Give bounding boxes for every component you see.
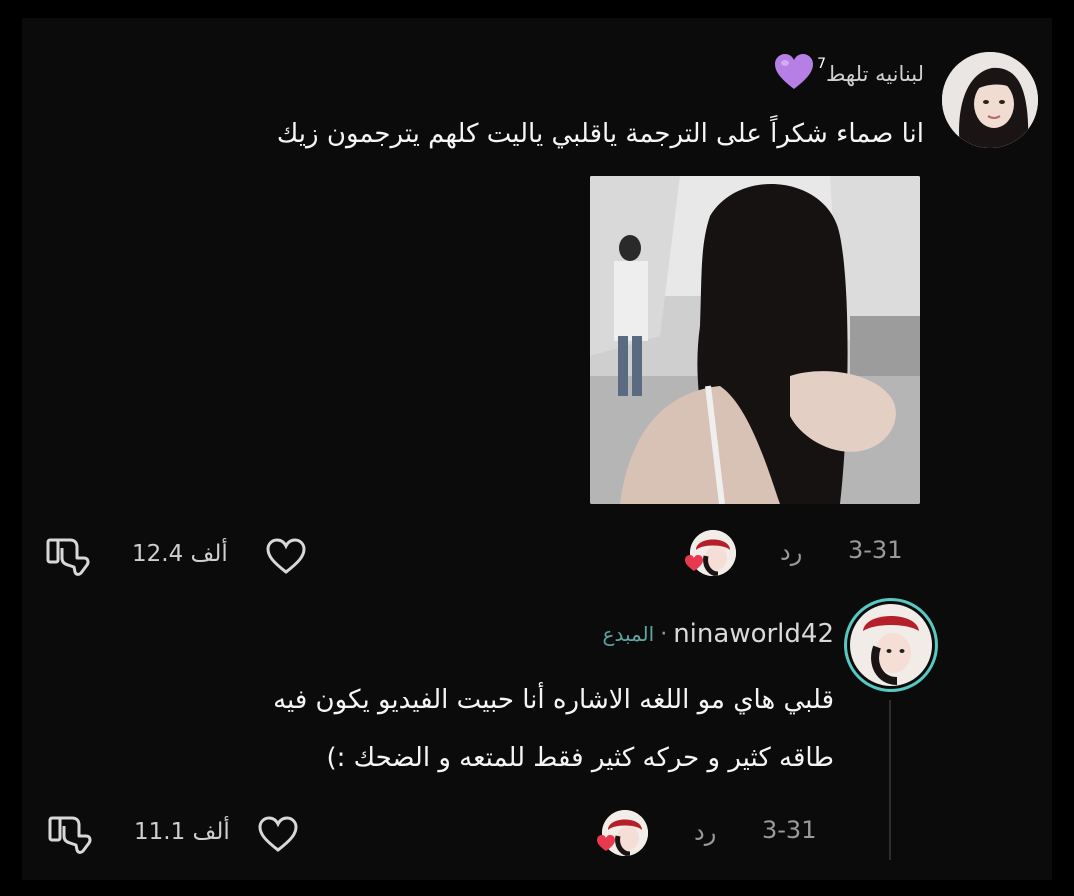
- comment-reply-button[interactable]: رد: [780, 538, 802, 566]
- comment-like-count: 12.4 ألف: [132, 541, 228, 567]
- superscript-number: 7: [817, 56, 826, 72]
- commenter-name-row: لبنانيه تلهط 7: [773, 54, 924, 94]
- comment-photo[interactable]: [590, 176, 920, 504]
- comments-panel: لبنانيه تلهط 7 انا صماء شكراً على الترجم…: [22, 18, 1052, 880]
- reply-text-line-2: طاقه كثير و حركه كثير فقط للمتعه و الضحك…: [326, 743, 834, 773]
- comment-text: انا صماء شكراً على الترجمة ياقلبي ياليت …: [276, 119, 924, 149]
- reply-avatar[interactable]: [844, 598, 938, 692]
- reply-dislike-icon[interactable]: [46, 812, 96, 860]
- commenter-username[interactable]: لبنانيه تلهط: [826, 62, 924, 86]
- creator-liked-heart-icon: [684, 554, 704, 576]
- commenter-avatar[interactable]: [942, 52, 1038, 148]
- reply-text-line-1: قلبي هاي مو اللغه الاشاره أنا حبيت الفيد…: [273, 685, 834, 715]
- reply-username[interactable]: ninaworld42: [673, 619, 834, 649]
- reply-name-row: ninaworld42 · المبدع: [603, 614, 834, 654]
- dislike-icon[interactable]: [44, 534, 94, 582]
- creator-badge: المبدع: [602, 622, 655, 646]
- reply-date: 3-31: [762, 816, 817, 844]
- reply-creator-liked-heart-icon: [596, 834, 616, 856]
- purple-heart-icon: [773, 53, 815, 95]
- reply-like-heart-icon[interactable]: [256, 814, 300, 858]
- comment-date: 3-31: [848, 536, 903, 564]
- reply-reply-button[interactable]: رد: [694, 818, 716, 846]
- reply-thread-line: [889, 700, 891, 860]
- reply-like-count: 11.1 ألف: [134, 819, 230, 845]
- separator-dot: ·: [660, 621, 668, 647]
- like-heart-icon[interactable]: [264, 536, 308, 580]
